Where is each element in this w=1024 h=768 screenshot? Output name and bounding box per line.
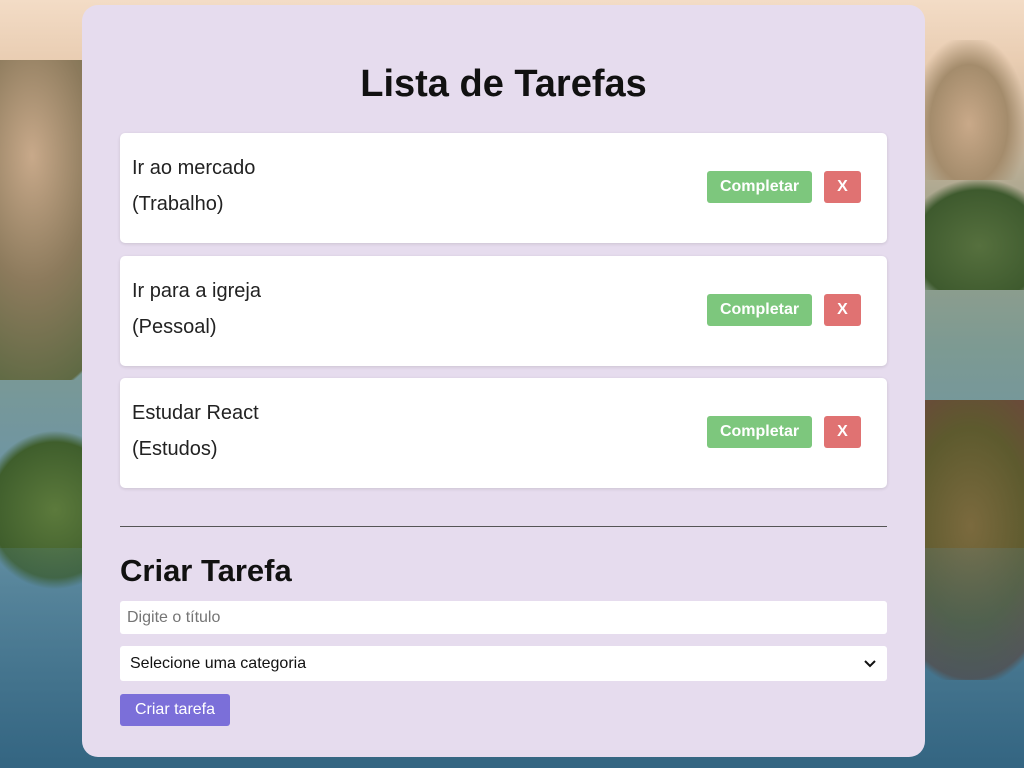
create-task-heading: Criar Tarefa xyxy=(120,553,292,588)
complete-button[interactable]: Completar xyxy=(707,294,812,326)
complete-button[interactable]: Completar xyxy=(707,416,812,448)
task-item: Ir ao mercado (Trabalho) Completar X xyxy=(120,133,887,243)
delete-button[interactable]: X xyxy=(824,416,861,448)
task-title-input[interactable] xyxy=(120,601,887,634)
todo-panel: Lista de Tarefas Ir ao mercado (Trabalho… xyxy=(82,5,925,757)
category-selected-value: Selecione uma categoria xyxy=(130,654,307,672)
task-item: Ir para a igreja (Pessoal) Completar X xyxy=(120,256,887,366)
task-name: Ir para a igreja xyxy=(132,280,261,302)
task-name: Ir ao mercado xyxy=(132,157,256,179)
create-task-button[interactable]: Criar tarefa xyxy=(120,694,230,726)
section-divider xyxy=(120,526,887,527)
complete-button[interactable]: Completar xyxy=(707,171,812,203)
task-category: (Estudos) xyxy=(132,438,218,460)
task-name: Estudar React xyxy=(132,402,259,424)
delete-button[interactable]: X xyxy=(824,171,861,203)
task-category: (Pessoal) xyxy=(132,316,217,338)
page-title: Lista de Tarefas xyxy=(360,63,647,105)
chevron-down-icon xyxy=(863,657,877,671)
task-item: Estudar React (Estudos) Completar X xyxy=(120,378,887,488)
category-select[interactable]: Selecione uma categoria xyxy=(120,646,887,681)
delete-button[interactable]: X xyxy=(824,294,861,326)
task-category: (Trabalho) xyxy=(132,193,224,215)
